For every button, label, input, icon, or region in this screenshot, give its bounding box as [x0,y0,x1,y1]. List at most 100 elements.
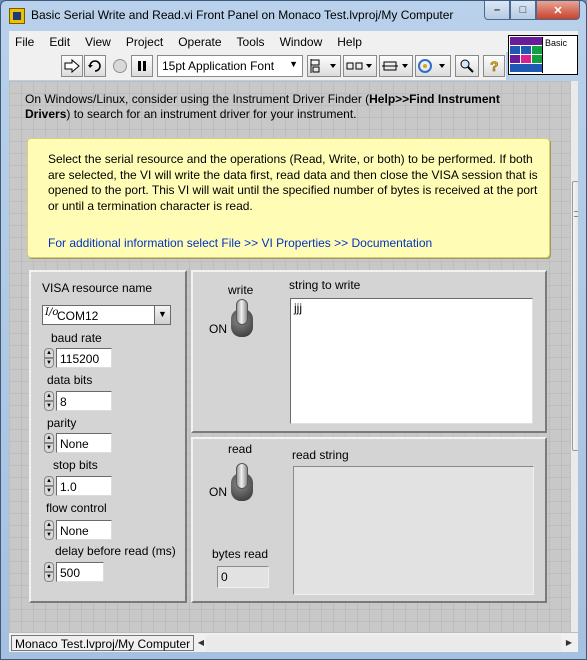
data-bits-label: data bits [47,373,93,387]
baud-rate-label: baud rate [51,331,102,345]
pause-button[interactable] [131,55,153,77]
run-continuously-button[interactable] [84,55,106,77]
menu-file[interactable]: File [9,35,40,49]
vertical-scrollbar[interactable] [570,81,578,632]
read-string-label: read string [292,448,349,462]
delay-before-read-stepper[interactable]: ▲ ▼ [44,562,54,582]
stop-bits-stepper[interactable]: ▲ ▼ [44,476,54,496]
search-button[interactable] [455,55,479,77]
menu-tools[interactable]: Tools [231,35,271,49]
front-panel: On Windows/Linux, consider using the Ins… [9,81,578,632]
chevron-down-icon: ▼ [289,59,298,69]
toggle-lever [236,463,248,489]
documentation-link-text: For additional information select File >… [48,236,433,250]
font-label: 15pt Application Font [162,59,275,73]
vi-icon-connector-pane[interactable]: Basic [508,35,578,75]
context-help-button[interactable]: ? [483,55,505,77]
svg-text:?: ? [490,58,499,74]
string-to-write-textarea[interactable]: jjj [290,298,533,424]
write-cluster: write ON string to write jjj [191,270,547,433]
write-switch-state: ON [209,322,227,336]
scrollbar-grip-icon [574,211,578,217]
menu-bar: File Edit View Project Operate Tools Win… [9,31,578,52]
window-controls: – □ ✕ [484,1,580,21]
project-path[interactable]: Monaco Test.lvproj/My Computer [11,635,195,651]
vi-icon-label: Basic [542,37,576,73]
flow-control-label: flow control [46,501,107,515]
toolbar: 15pt Application Font ▼ ? [9,52,506,80]
minimize-button[interactable]: – [484,1,510,20]
serial-config-cluster: VISA resource name I/o COM12 ▼ baud rate… [29,270,187,603]
menu-operate[interactable]: Operate [172,35,227,49]
run-button[interactable] [61,55,83,77]
visa-resource-value: COM12 [57,309,99,323]
visa-resource-combo[interactable]: I/o COM12 ▼ [42,305,171,325]
menu-project[interactable]: Project [120,35,169,49]
distribute-objects-button[interactable] [343,55,377,77]
read-switch-label: read [228,442,253,456]
resize-objects-icon [382,61,408,71]
description-text: Select the serial resource and the opera… [48,152,538,213]
stop-bits-input[interactable]: 1.0 [56,476,112,496]
note-text-prefix: On Windows/Linux, consider using the Ins… [25,92,370,106]
parity-stepper[interactable]: ▲ ▼ [44,433,54,453]
connector-pane-grid [510,37,542,73]
menu-view[interactable]: View [79,35,117,49]
read-toggle-switch[interactable] [231,463,253,501]
description-note: Select the serial resource and the opera… [27,138,550,258]
run-continuously-icon [88,60,101,72]
close-button[interactable]: ✕ [536,1,580,20]
flow-control-input[interactable]: None [56,520,112,540]
horizontal-scrollbar[interactable] [206,635,561,651]
flow-control-stepper[interactable]: ▲ ▼ [44,520,54,540]
write-switch-label: write [228,283,254,297]
window-title: Basic Serial Write and Read.vi Front Pan… [31,8,454,22]
note-text-suffix: ) to search for an instrument driver for… [66,107,357,121]
menu-window[interactable]: Window [274,35,329,49]
labview-front-panel-window: Basic Serial Write and Read.vi Front Pan… [0,0,587,660]
maximize-button[interactable]: □ [510,1,536,20]
reorder-button[interactable] [415,55,451,77]
menu-edit[interactable]: Edit [43,35,76,49]
scroll-left-icon[interactable]: ◀ [194,635,208,651]
title-bar[interactable]: Basic Serial Write and Read.vi Front Pan… [1,1,586,31]
search-icon [460,59,474,73]
visa-resource-label: VISA resource name [42,281,153,295]
abort-icon [113,59,127,73]
scroll-right-icon[interactable]: ▶ [562,635,576,651]
distribute-objects-icon [346,62,372,70]
data-bits-stepper[interactable]: ▲ ▼ [44,391,54,411]
baud-rate-input[interactable]: 115200 [56,348,112,368]
write-toggle-switch[interactable] [231,299,253,337]
dropdown-arrow-icon[interactable]: ▼ [154,306,170,324]
parity-input[interactable]: None [56,433,112,453]
string-to-write-label: string to write [289,278,361,292]
bytes-read-indicator: 0 [217,566,269,588]
align-objects-icon [310,59,336,73]
read-cluster: read ON read string bytes read 0 [191,437,547,603]
bytes-read-label: bytes read [212,547,269,561]
read-string-indicator[interactable] [293,466,534,595]
parity-label: parity [47,416,77,430]
run-arrow-icon [64,59,80,73]
visa-resource-icon: I/o [45,307,59,318]
resize-objects-button[interactable] [379,55,413,77]
align-objects-button[interactable] [307,55,341,77]
toggle-lever [236,299,248,325]
reorder-icon [418,59,445,73]
labview-app-icon [9,8,25,24]
delay-before-read-label: delay before read (ms) [55,544,176,558]
status-bar: Monaco Test.lvproj/My Computer ◀ ▶ [9,632,578,652]
baud-rate-stepper[interactable]: ▲ ▼ [44,348,54,368]
menu-help[interactable]: Help [331,35,368,49]
data-bits-input[interactable]: 8 [56,391,112,411]
pause-icon [138,61,146,71]
scrollbar-thumb[interactable] [572,181,578,451]
text-settings-dropdown[interactable]: 15pt Application Font ▼ [157,55,303,77]
abort-button[interactable] [110,55,130,77]
help-question-icon: ? [490,58,499,74]
stop-bits-label: stop bits [53,458,98,472]
read-switch-state: ON [209,485,227,499]
instrument-driver-note: On Windows/Linux, consider using the Ins… [25,92,515,122]
delay-before-read-input[interactable]: 500 [56,562,104,582]
